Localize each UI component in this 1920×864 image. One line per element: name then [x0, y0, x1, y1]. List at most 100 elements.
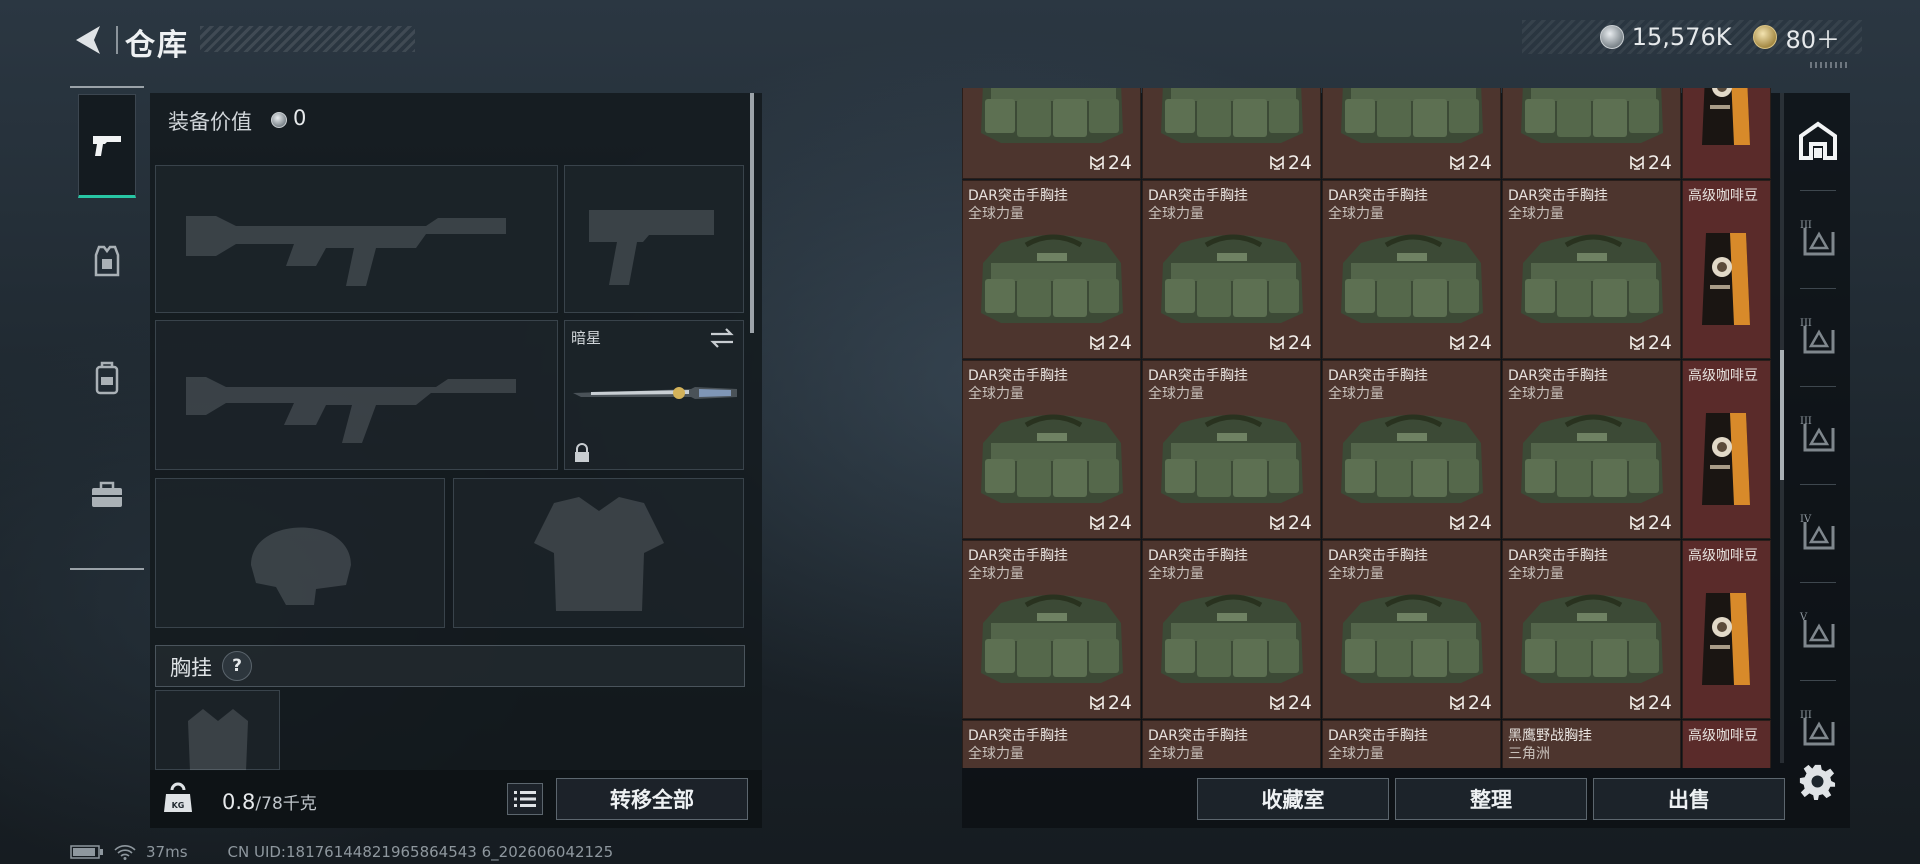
storage-main-tab[interactable] [1794, 117, 1842, 165]
storage-page-icon: III [1800, 416, 1835, 452]
page-title: 仓库 [125, 28, 189, 63]
coffee-beans-cell[interactable] [1682, 88, 1771, 179]
storage-item-cell[interactable]: DAR突击手胸挂 全球力量 24 [1142, 360, 1321, 539]
item-quantity: 24 [1269, 692, 1312, 714]
chest-rig-bag-image [1331, 763, 1494, 768]
armor-slot[interactable] [453, 478, 744, 628]
transfer-all-button[interactable]: 转移全部 [556, 778, 748, 820]
storage-item-cell[interactable]: 24 [1142, 88, 1321, 179]
storage-item-cell[interactable]: 黑鹰野战胸挂 三角洲 [1502, 720, 1681, 768]
storage-item-cell[interactable]: DAR突击手胸挂 全球力量 24 [1502, 540, 1681, 719]
item-name: DAR突击手胸挂 [1508, 368, 1608, 384]
item-quantity: 24 [1089, 692, 1132, 714]
armor-tab[interactable] [78, 210, 136, 314]
item-brand: 全球力量 [1508, 566, 1564, 582]
storage-page-4[interactable]: IV [1794, 509, 1842, 557]
item-quantity: 24 [1449, 332, 1492, 354]
rifle-silhouette-icon [186, 216, 506, 286]
storage-item-cell[interactable]: DAR突击手胸挂 全球力量 [1142, 720, 1321, 768]
coffee-beans-cell[interactable]: 高级咖啡豆 [1682, 360, 1771, 539]
quantity-stack-icon [1270, 155, 1284, 170]
backpack-tab[interactable] [78, 326, 136, 430]
storage-item-cell[interactable]: DAR突击手胸挂 全球力量 24 [1322, 540, 1501, 719]
header-decoration [1810, 62, 1850, 68]
chest-rig-bag-image [1521, 88, 1663, 143]
storage-item-cell[interactable]: DAR突击手胸挂 全球力量 24 [1322, 180, 1501, 359]
settings-button[interactable] [1798, 762, 1838, 802]
storage-item-cell[interactable]: 24 [1502, 88, 1681, 179]
storage-page-3c[interactable]: III [1794, 411, 1842, 459]
storage-item-cell[interactable]: DAR突击手胸挂 全球力量 24 [1322, 360, 1501, 539]
item-brand: 全球力量 [1328, 746, 1384, 762]
item-quantity: 24 [1449, 152, 1492, 174]
pistol-slot[interactable] [564, 165, 744, 313]
gold-token-amount: 80＋ [1785, 25, 1840, 54]
chest-rig-bag-image [1161, 414, 1303, 503]
item-name: DAR突击手胸挂 [1148, 728, 1248, 744]
quantity-stack-icon [1630, 515, 1644, 530]
coffee-beans-cell[interactable]: 高级咖啡豆 [1682, 180, 1771, 359]
storage-item-cell[interactable]: DAR突击手胸挂 全球力量 24 [1142, 540, 1321, 719]
storage-item-cell[interactable]: DAR突击手胸挂 全球力量 24 [1502, 360, 1681, 539]
storage-item-cell[interactable]: DAR突击手胸挂 全球力量 24 [1142, 180, 1321, 359]
sell-button[interactable]: 出售 [1593, 778, 1785, 820]
coffee-beans-cell[interactable]: 高级咖啡豆 [1682, 720, 1771, 768]
storage-item-cell[interactable]: DAR突击手胸挂 全球力量 24 [962, 180, 1141, 359]
storage-item-cell[interactable]: DAR突击手胸挂 全球力量 24 [962, 360, 1141, 539]
chest-rig-bag-image [1341, 234, 1483, 323]
silver-coin-icon [271, 112, 287, 128]
quantity-value: 24 [1647, 332, 1672, 354]
help-button[interactable]: ? [222, 651, 252, 681]
storage-scrollbar[interactable] [1780, 350, 1784, 480]
back-button[interactable] [70, 20, 110, 60]
case-tab[interactable] [78, 442, 136, 546]
list-view-button[interactable] [507, 783, 543, 815]
roman-numeral: III [1800, 220, 1812, 231]
kettlebell-weight-icon: KG [164, 782, 192, 812]
chest-rig-bag-image [981, 414, 1123, 503]
primary-weapon-slot[interactable] [155, 165, 558, 313]
quantity-stack-icon [1270, 515, 1284, 530]
equipment-value-label: 装备价值 [168, 110, 252, 134]
helmet-slot[interactable] [155, 478, 445, 628]
quantity-value: 24 [1107, 332, 1132, 354]
storage-page-3d[interactable]: III [1794, 705, 1842, 753]
quantity-stack-icon [1450, 155, 1464, 170]
storage-item-cell[interactable]: DAR突击手胸挂 全球力量 [962, 720, 1141, 768]
chest-rig-bag-image [1161, 594, 1303, 683]
storage-item-cell[interactable]: 24 [962, 88, 1141, 179]
item-quantity: 24 [1629, 152, 1672, 174]
storage-item-cell[interactable]: DAR突击手胸挂 全球力量 24 [962, 540, 1141, 719]
chest-rig-slot[interactable] [155, 690, 280, 771]
nav-divider [1800, 386, 1836, 387]
sort-button[interactable]: 整理 [1395, 778, 1587, 820]
storage-page-3b[interactable]: III [1794, 313, 1842, 361]
title-decoration [200, 26, 415, 52]
rifle-silhouette-icon [186, 377, 516, 443]
item-brand: 全球力量 [1148, 746, 1204, 762]
storage-item-cell[interactable]: DAR突击手胸挂 全球力量 [1322, 720, 1501, 768]
storage-item-cell[interactable]: DAR突击手胸挂 全球力量 24 [1502, 180, 1681, 359]
item-brand: 三角洲 [1508, 746, 1550, 762]
quantity-stack-icon [1270, 695, 1284, 710]
collection-room-button[interactable]: 收藏室 [1197, 778, 1389, 820]
storage-item-cell[interactable]: 24 [1322, 88, 1501, 179]
storage-page-5[interactable]: V [1794, 607, 1842, 655]
item-brand: 全球力量 [1328, 386, 1384, 402]
weapons-tab[interactable] [78, 94, 136, 198]
item-name: DAR突击手胸挂 [968, 368, 1068, 384]
pistol-silhouette-icon [589, 210, 714, 285]
quantity-value: 24 [1647, 692, 1672, 714]
melee-slot[interactable]: 暗星 [564, 320, 744, 470]
item-name: DAR突击手胸挂 [968, 188, 1068, 204]
item-name: DAR突击手胸挂 [1328, 188, 1428, 204]
storage-page-3a[interactable]: III [1794, 215, 1842, 263]
wifi-icon [114, 845, 136, 860]
secondary-weapon-slot[interactable] [155, 320, 558, 470]
item-quantity: 24 [1089, 332, 1132, 354]
swap-icon[interactable] [709, 327, 735, 349]
melee-item-name: 暗星 [571, 329, 602, 347]
equipment-scrollbar[interactable] [750, 93, 754, 333]
quantity-stack-icon [1270, 335, 1284, 350]
coffee-beans-cell[interactable]: 高级咖啡豆 [1682, 540, 1771, 719]
